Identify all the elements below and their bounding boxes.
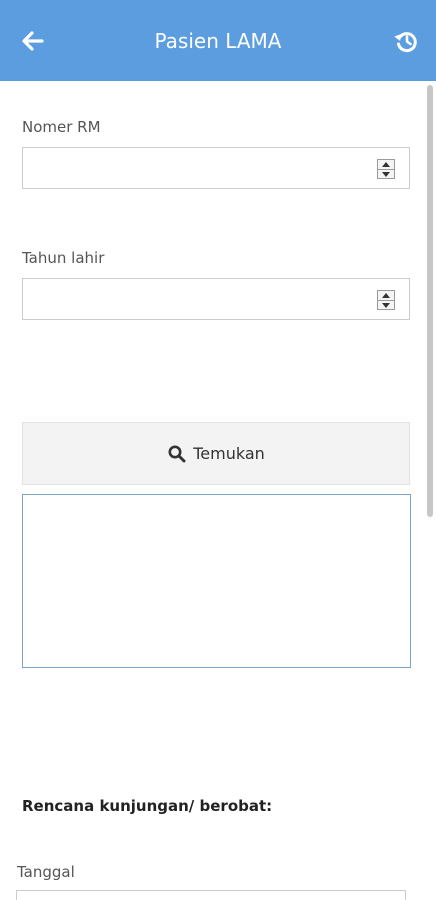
stepper-up-button[interactable] [378,291,394,300]
stepper-down-button[interactable] [378,170,394,179]
stepper-up-button[interactable] [378,160,394,169]
caret-down-icon [382,172,390,177]
search-icon [168,445,186,462]
nomer-rm-label: Nomer RM [22,118,101,136]
page-title: Pasien LAMA [154,29,282,53]
app-screen: Pasien LAMA Nomer RM Tahun lahir Temukan… [0,0,436,900]
caret-up-icon [382,162,390,167]
history-button[interactable] [392,27,420,55]
stepper-down-button[interactable] [378,301,394,310]
tahun-lahir-field [22,278,410,320]
tahun-lahir-label: Tahun lahir [22,249,105,267]
tahun-lahir-stepper[interactable] [377,290,395,310]
nomer-rm-input[interactable] [23,148,383,188]
date-field[interactable] [16,890,406,900]
history-icon [394,32,417,53]
find-button-label: Temukan [193,444,265,463]
scrollbar-thumb[interactable] [427,85,433,517]
nomer-rm-field [22,147,410,189]
find-button[interactable]: Temukan [22,422,410,485]
date-label: Tanggal [17,863,75,881]
app-header: Pasien LAMA [0,0,436,81]
caret-up-icon [382,293,390,298]
tahun-lahir-input[interactable] [23,279,383,319]
nomer-rm-stepper[interactable] [377,159,395,179]
caret-down-icon [382,303,390,308]
visit-plan-heading: Rencana kunjungan/ berobat: [22,797,273,815]
search-result-area[interactable] [22,494,411,668]
